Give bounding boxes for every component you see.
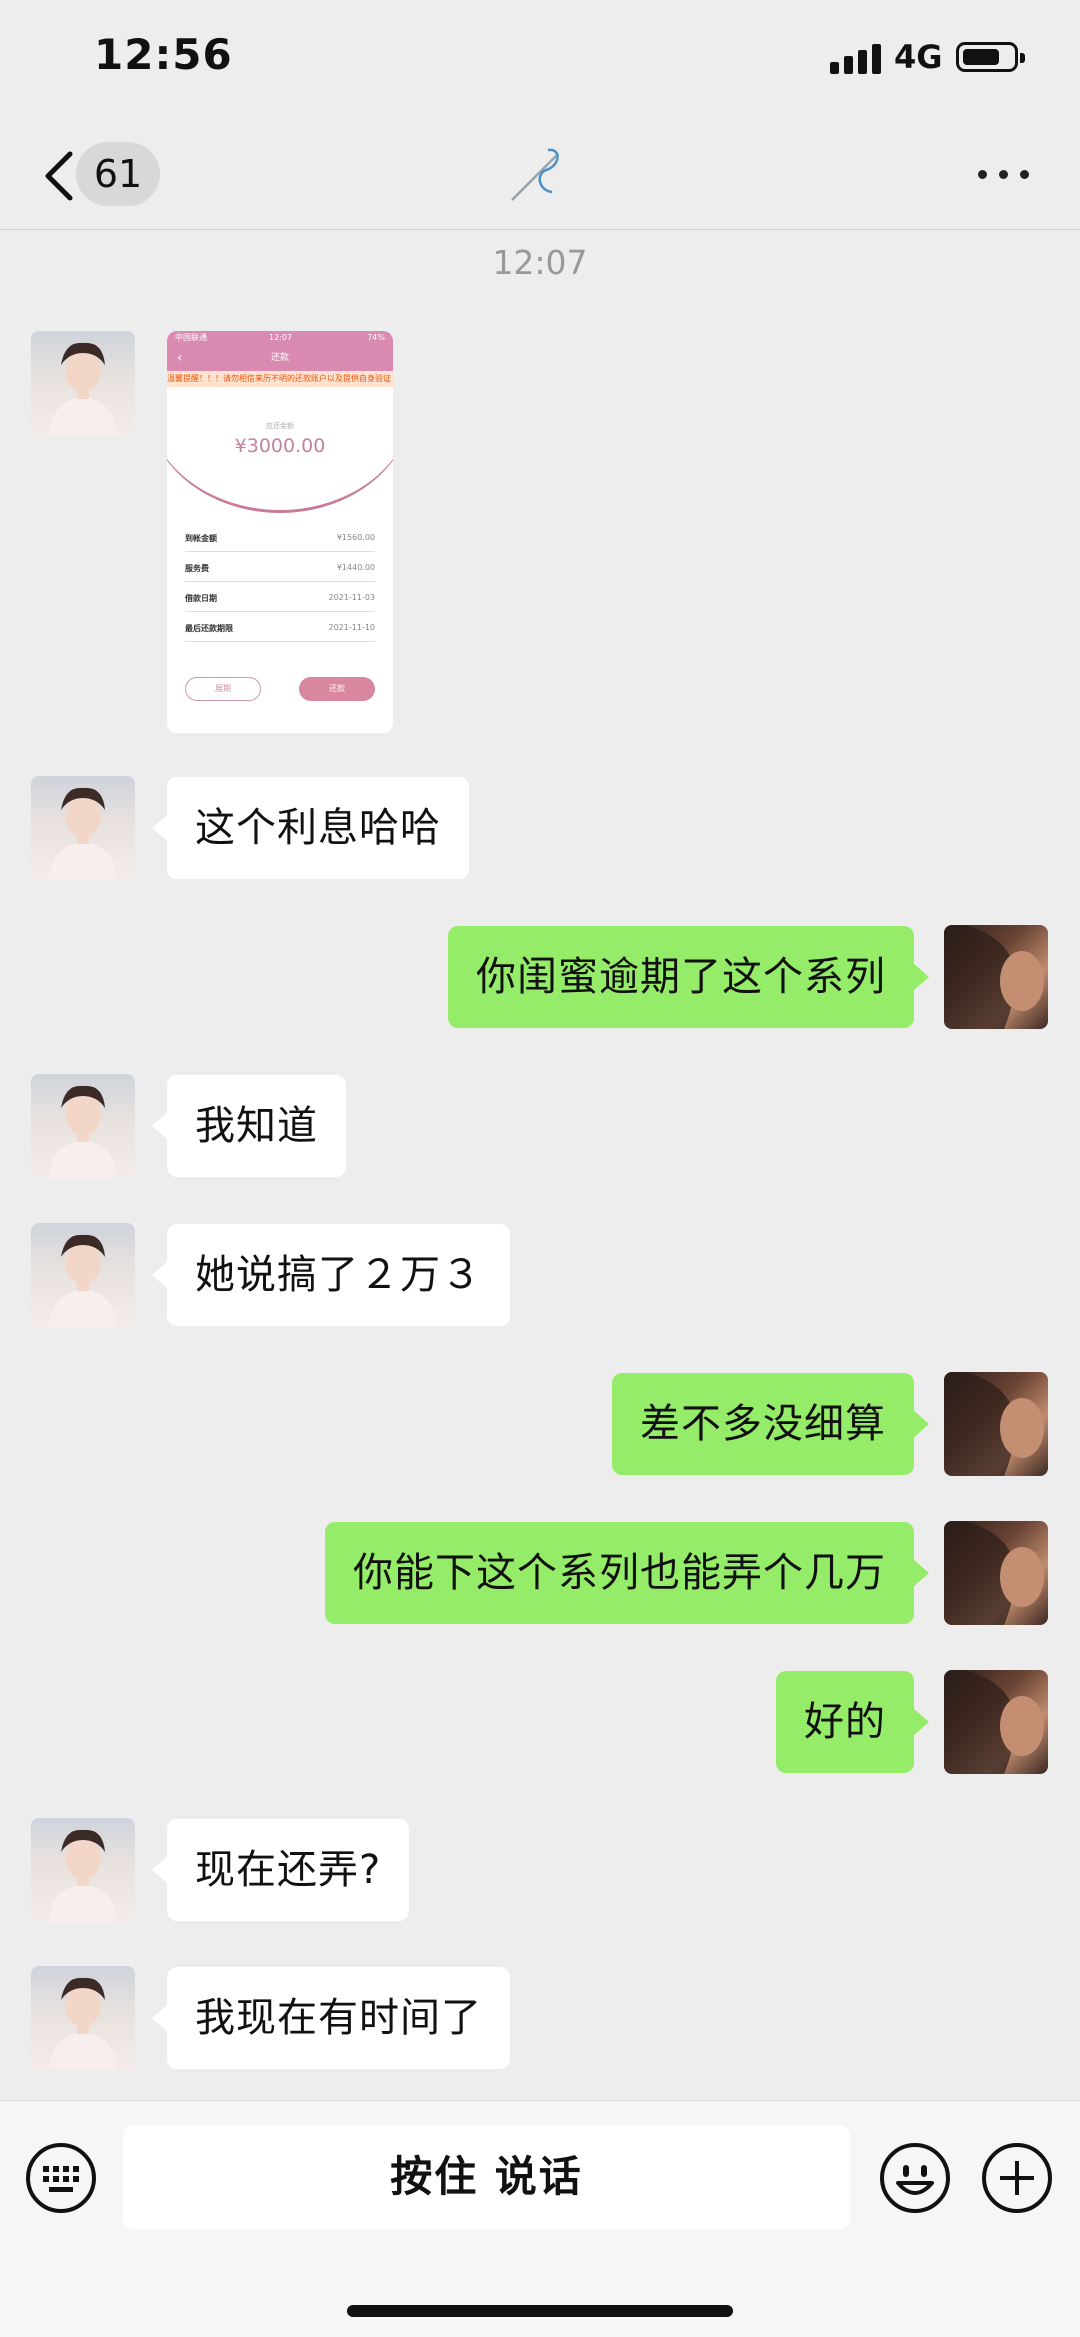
incoming-message[interactable]: 这个利息哈哈 [152,777,469,879]
outgoing-message[interactable]: 差不多没细算 [612,1373,929,1475]
outgoing-message[interactable]: 好的 [776,1671,929,1773]
my-avatar[interactable] [944,1670,1048,1774]
outgoing-message[interactable]: 你能下这个系列也能弄个几万 [325,1522,929,1624]
battery-icon [956,42,1025,72]
image-back-icon: ‹ [177,350,183,366]
image-row-label: 借款日期 [185,594,217,603]
status-time: 12:56 [94,30,233,79]
image-header: ‹ 还款 [167,345,393,371]
my-avatar[interactable] [944,1521,1048,1625]
contact-avatar[interactable] [31,1223,135,1327]
contact-avatar[interactable] [31,331,135,435]
message-timestamp: 12:07 [492,243,588,282]
image-row-value: ¥1440.00 [336,563,375,572]
contact-avatar[interactable] [31,776,135,880]
image-header-title: 还款 [270,353,289,363]
back-icon[interactable] [40,148,80,204]
incoming-message[interactable]: 我知道 [152,1075,346,1177]
contact-avatar[interactable] [31,1074,135,1178]
input-bar: 按住 说话 [0,2100,1080,2337]
outgoing-message[interactable]: 你闺蜜逾期了这个系列 [448,926,929,1028]
image-row: 借款日期 2021-11-03 [185,589,375,612]
emoji-icon[interactable] [878,2141,952,2215]
more-options-icon[interactable] [978,170,1030,182]
image-row: 到帐金额 ¥1560.00 [185,529,375,552]
status-bar: 12:56 4G [0,0,1080,120]
signal-icon [830,44,882,74]
image-row-label: 最后还款期限 [185,624,233,633]
my-avatar[interactable] [944,1372,1048,1476]
plus-icon[interactable] [980,2141,1054,2215]
incoming-message[interactable]: 我现在有时间了 [152,1967,510,2069]
image-amount-label: 应还金额 [266,422,294,430]
incoming-message[interactable]: 她说搞了２万３ [152,1224,510,1326]
image-row-value: 2021-11-10 [328,623,376,632]
image-extend-button: 展期 [185,677,261,701]
contact-avatar[interactable] [31,1966,135,2070]
image-repay-button: 还款 [299,677,375,701]
contact-avatar[interactable] [31,1818,135,1922]
image-row-value: ¥1560.00 [336,533,375,542]
chat-header: 61 [0,120,1080,230]
hold-to-talk-button[interactable]: 按住 说话 [123,2125,850,2229]
home-indicator [347,2305,733,2317]
image-row-label: 到帐金额 [185,534,217,543]
my-avatar[interactable] [944,925,1048,1029]
needle-thread-icon [511,148,559,201]
unread-count-badge[interactable]: 61 [76,142,160,206]
image-row: 最后还款期限 2021-11-10 [185,619,375,642]
image-row-label: 服务费 [185,564,209,573]
image-row: 服务费 ¥1440.00 [185,559,375,582]
image-amount: ¥3000.00 [234,435,326,457]
image-status-battery: 74% [367,333,385,342]
keyboard-icon[interactable] [24,2141,98,2215]
image-message[interactable]: 中国联通 12:07 74% ‹ 还款 温馨提醒！！！请勿相信来历不明的还款账户以及提… [167,331,393,733]
image-row-value: 2021-11-03 [328,593,376,602]
network-type: 4G [894,38,943,76]
incoming-message[interactable]: 现在还弄? [151,1819,410,1921]
image-status-time: 12:07 [269,333,293,342]
